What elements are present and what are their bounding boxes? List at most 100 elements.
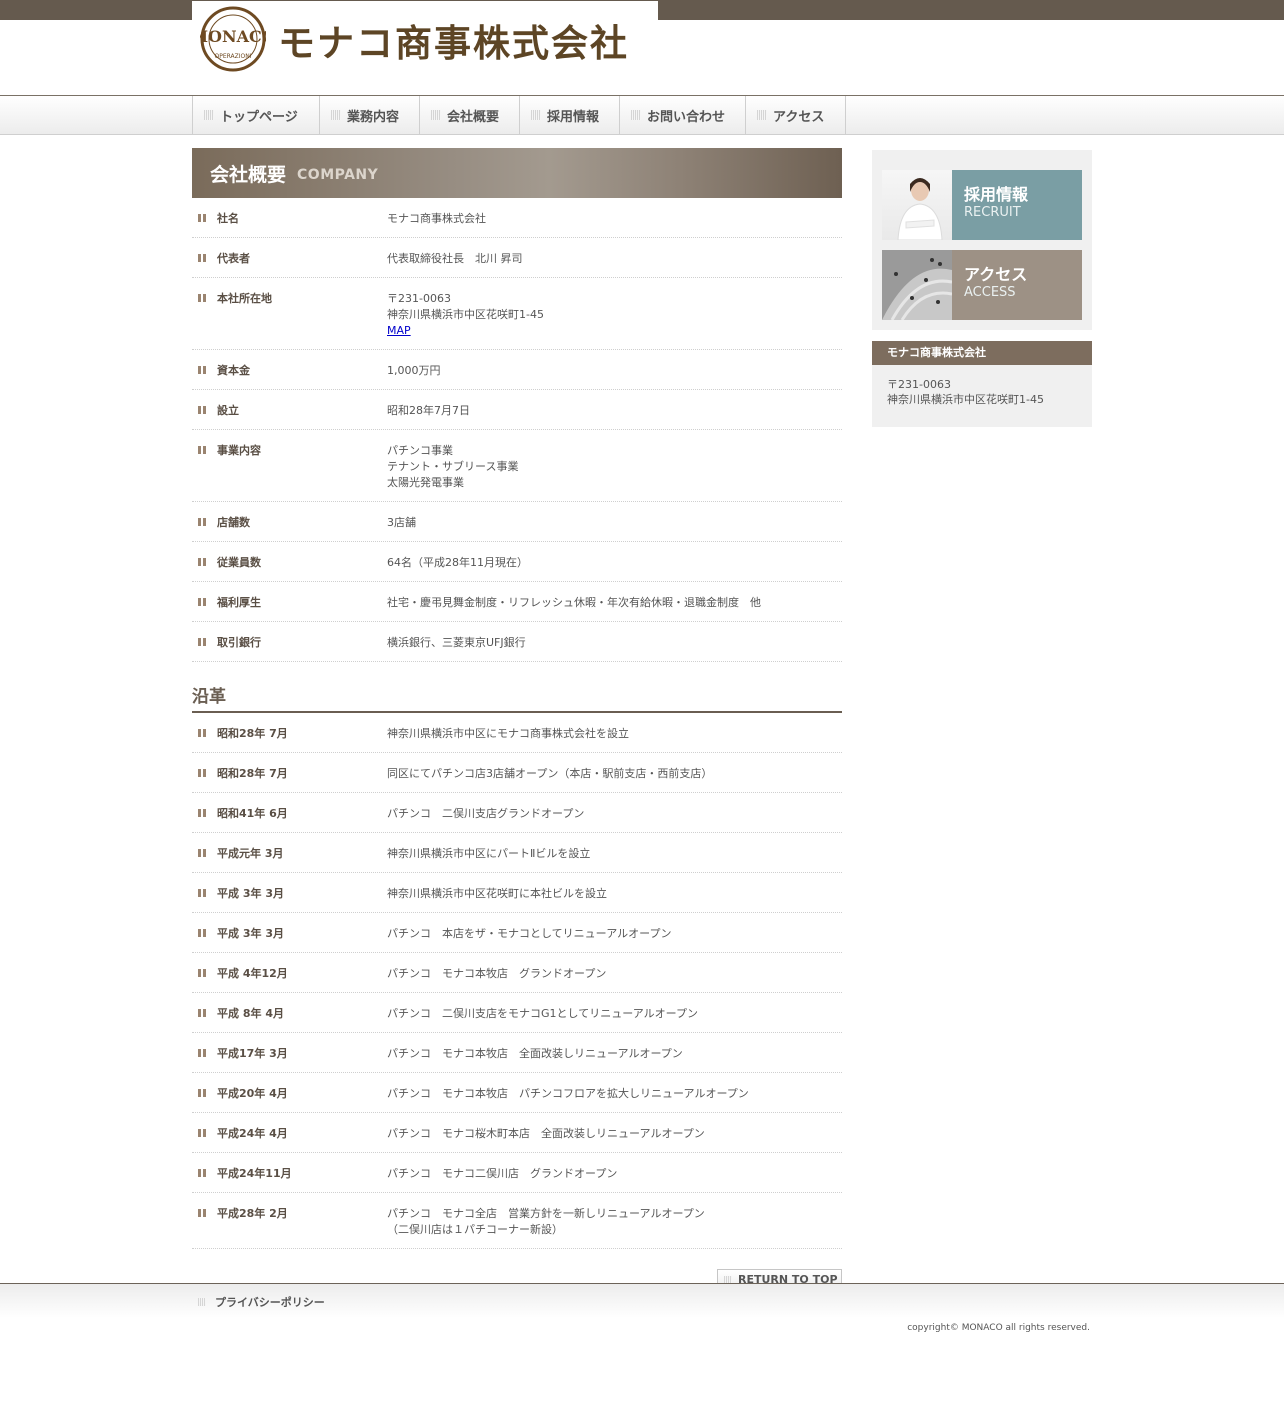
row-label: 設立 [192,403,387,419]
access-banner-label: アクセス ACCESS [952,250,1082,320]
row-label: 代表者 [192,251,387,267]
page-title: 会社概要 [210,163,287,186]
nav-item-contact[interactable]: お問い合わせ [620,96,746,134]
nav-label: トップページ [220,109,298,125]
company-info-postal: 〒231-0063 [887,378,951,391]
bullet-icon [198,1298,206,1306]
row-label: 従業員数 [192,555,387,571]
row-label: 平成24年 4月 [192,1126,387,1142]
row-value: パチンコ 二俣川支店グランドオープン [387,806,842,822]
row-value: 神奈川県横浜市中区にモナコ商事株式会社を設立 [387,726,842,742]
recruit-banner-label: 採用情報 RECRUIT [952,170,1082,240]
bullet-icon [331,110,341,120]
company-row: 店舗数 3店舗 [192,502,842,542]
row-value: 同区にてパチンコ店3店舗オープン（本店・駅前支店・西前支店） [387,766,842,782]
row-value: パチンコ モナコ二俣川店 グランドオープン [387,1166,842,1182]
row-value-line: パチンコ 二俣川支店グランドオープン [387,807,585,820]
company-row: 本社所在地 〒231-0063 神奈川県横浜市中区花咲町1-45 MAP [192,278,842,350]
nav-label: お問い合わせ [647,109,726,125]
row-label: 昭和41年 6月 [192,806,387,822]
row-value: パチンコ モナコ全店 営業方針を一新しリニューアルオープン （二俣川店は１パチコー… [387,1206,842,1238]
row-value-line: パチンコ モナコ本牧店 パチンコフロアを拡大しリニューアルオープン [387,1087,749,1100]
history-row: 平成 3年 3月 神奈川県横浜市中区花咲町に本社ビルを設立 [192,873,842,913]
row-label: 社名 [192,211,387,227]
company-row: 事業内容 パチンコ事業 テナント・サブリース事業 太陽光発電事業 [192,430,842,502]
sidebar-banners: 採用情報 RECRUIT アクセス ACCESS [872,150,1092,330]
bullet-icon [757,110,767,120]
bullet-icon [631,110,641,120]
map-link[interactable]: MAP [387,324,411,337]
row-value-line: 社宅・慶弔見舞金制度・リフレッシュ休暇・年次有給休暇・退職金制度 他 [387,596,761,609]
recruit-banner[interactable]: 採用情報 RECRUIT [882,170,1082,240]
row-value-line: 横浜銀行、三菱東京UFJ銀行 [387,636,526,649]
nav-item-company[interactable]: 会社概要 [420,96,520,134]
row-value: パチンコ モナコ本牧店 グランドオープン [387,966,842,982]
logo-text: モナコ商事株式会社 [278,21,629,65]
row-value-line: パチンコ モナコ二俣川店 グランドオープン [387,1167,618,1180]
row-value: パチンコ モナコ本牧店 パチンコフロアを拡大しリニューアルオープン [387,1086,842,1102]
row-value-line: 神奈川県横浜市中区花咲町に本社ビルを設立 [387,887,607,900]
row-value-line: 神奈川県横浜市中区にモナコ商事株式会社を設立 [387,727,629,740]
recruit-photo [882,170,952,240]
nav-label: 会社概要 [447,109,500,125]
row-label: 平成 3年 3月 [192,926,387,942]
row-label: 資本金 [192,363,387,379]
site-logo[interactable]: MONACO OPERAZIONI モナコ商事株式会社 [192,1,658,77]
history-row: 平成 3年 3月 パチンコ 本店をザ・モナコとしてリニューアルオープン [192,913,842,953]
row-label: 取引銀行 [192,635,387,651]
row-value-line: 代表取締役社長 北川 昇司 [387,252,523,265]
row-label: 昭和28年 7月 [192,766,387,782]
row-value: 神奈川県横浜市中区花咲町に本社ビルを設立 [387,886,842,902]
privacy-policy-label: プライバシーポリシー [215,1296,325,1309]
access-banner[interactable]: アクセス ACCESS [882,250,1082,320]
sidebar: 採用情報 RECRUIT アクセス ACCESS モナコ商事株式会社 〒231-… [872,150,1092,427]
row-value-line: 神奈川県横浜市中区にパートⅡビルを設立 [387,847,591,860]
access-banner-ja: アクセス [964,265,1028,284]
company-info-body: 〒231-0063 神奈川県横浜市中区花咲町1-45 [872,365,1092,427]
nav-item-business[interactable]: 業務内容 [320,96,420,134]
row-value: パチンコ モナコ桜木町本店 全面改装しリニューアルオープン [387,1126,842,1142]
row-label: 福利厚生 [192,595,387,611]
row-value: 社宅・慶弔見舞金制度・リフレッシュ休暇・年次有給休暇・退職金制度 他 [387,595,842,611]
company-row: 代表者 代表取締役社長 北川 昇司 [192,238,842,278]
row-value-line: 〒231-0063 [387,292,451,305]
row-label: 平成24年11月 [192,1166,387,1182]
row-value-line: （二俣川店は１パチコーナー新設） [387,1223,563,1236]
row-label: 店舗数 [192,515,387,531]
nav-item-recruit[interactable]: 採用情報 [520,96,620,134]
history-table: 昭和28年 7月 神奈川県横浜市中区にモナコ商事株式会社を設立 昭和28年 7月 同区… [192,713,842,1249]
company-info-title: モナコ商事株式会社 [872,341,1092,365]
nav-item-top[interactable]: トップページ [193,96,320,134]
row-value: 横浜銀行、三菱東京UFJ銀行 [387,635,842,651]
company-table: 社名 モナコ商事株式会社 代表者 代表取締役社長 北川 昇司 本社所在地 〒231-006… [192,198,842,662]
row-label: 事業内容 [192,443,387,491]
nav-label: アクセス [773,109,825,125]
row-label: 平成 3年 3月 [192,886,387,902]
recruit-banner-en: RECRUIT [964,205,1021,220]
row-value: 64名（平成28年11月現在） [387,555,842,571]
page-title-en: COMPANY [297,167,379,183]
company-row: 資本金 1,000万円 [192,350,842,390]
privacy-policy-link[interactable]: プライバシーポリシー [198,1294,325,1310]
history-row: 平成20年 4月 パチンコ モナコ本牧店 パチンコフロアを拡大しリニューアルオープ… [192,1073,842,1113]
history-row: 平成 8年 4月 パチンコ 二俣川支店をモナコG1としてリニューアルオープン [192,993,842,1033]
company-info-address: 神奈川県横浜市中区花咲町1-45 [887,393,1044,406]
row-label: 平成28年 2月 [192,1206,387,1238]
row-value-line: 1,000万円 [387,364,441,377]
copyright: copyright© MONACO all rights reserved. [907,1323,1090,1333]
nav-item-access[interactable]: アクセス [746,96,846,134]
company-info-box: モナコ商事株式会社 〒231-0063 神奈川県横浜市中区花咲町1-45 [872,341,1092,427]
bullet-icon [431,110,441,120]
company-row: 社名 モナコ商事株式会社 [192,198,842,238]
global-nav: トップページ 業務内容 会社概要 採用情報 お問い合わせ アクセス [192,96,846,134]
row-value-line: モナコ商事株式会社 [387,212,486,225]
row-value-line: パチンコ モナコ全店 営業方針を一新しリニューアルオープン [387,1207,705,1220]
row-value-line: 神奈川県横浜市中区花咲町1-45 [387,308,544,321]
row-value-line: 太陽光発電事業 [387,476,464,489]
page-heading: 会社概要 COMPANY [192,148,842,198]
row-value: 〒231-0063 神奈川県横浜市中区花咲町1-45 MAP [387,291,842,339]
history-row: 平成 4年12月 パチンコ モナコ本牧店 グランドオープン [192,953,842,993]
row-value: パチンコ 本店をザ・モナコとしてリニューアルオープン [387,926,842,942]
svg-text:OPERAZIONI: OPERAZIONI [214,53,251,60]
row-value: モナコ商事株式会社 [387,211,842,227]
